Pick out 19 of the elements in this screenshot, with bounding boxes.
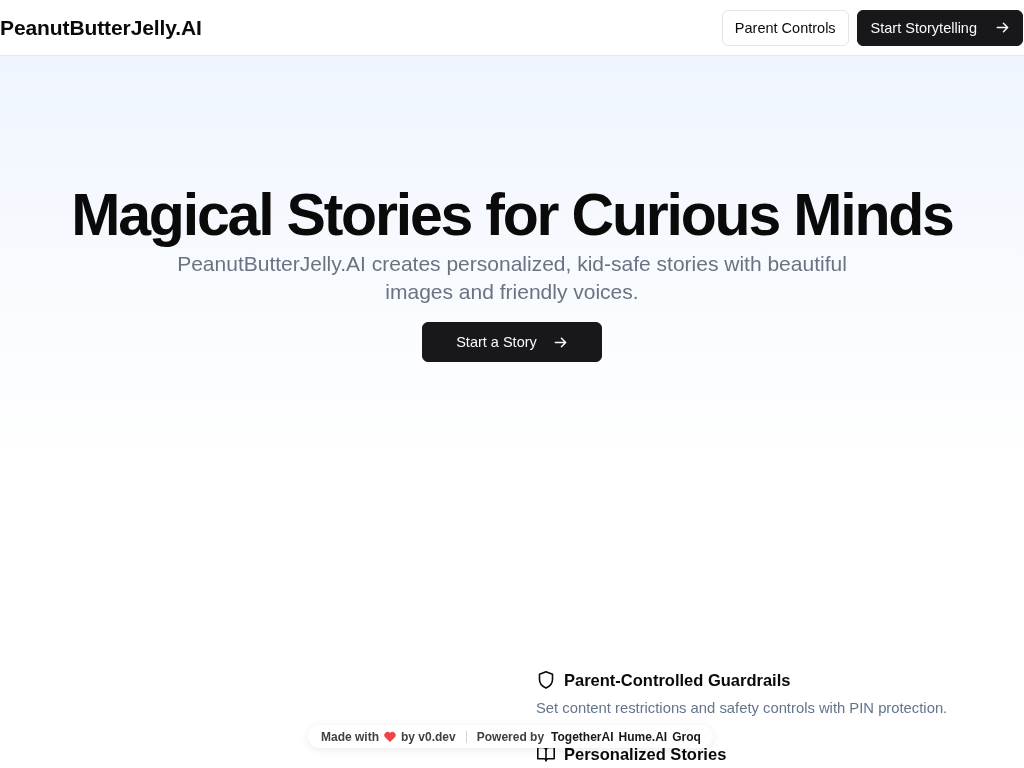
feature-title: Personalized Stories bbox=[564, 744, 727, 764]
made-with-text: Made with bbox=[321, 729, 379, 744]
feature-title: Parent-Controlled Guardrails bbox=[564, 670, 791, 690]
by-v0-text: by v0.dev bbox=[401, 729, 456, 744]
hero-subtitle: PeanutButterJelly.AI creates personalized, kid-safe stories with beautiful images and friendly voices. bbox=[176, 251, 848, 305]
hero-heading: Magical Stories for Curious Minds bbox=[71, 182, 953, 248]
start-story-button[interactable]: Start a Story bbox=[422, 322, 602, 362]
partner-name: TogetherAI bbox=[551, 729, 614, 744]
arrow-right-icon bbox=[552, 334, 568, 350]
parent-controls-button[interactable]: Parent Controls bbox=[721, 9, 849, 46]
arrow-right-icon bbox=[995, 20, 1010, 35]
brand-title: PeanutButterJelly.AI bbox=[0, 15, 202, 40]
start-storytelling-button[interactable]: Start Storytelling bbox=[856, 9, 1023, 46]
feature-description: Set content restrictions and safety controls with PIN protection. bbox=[536, 700, 949, 716]
partner-name: Hume.AI bbox=[618, 729, 668, 744]
heart-icon bbox=[384, 731, 396, 742]
shield-icon bbox=[536, 670, 556, 690]
powered-by-text: Powered by bbox=[476, 729, 545, 744]
partner-name: Groq bbox=[672, 729, 701, 744]
